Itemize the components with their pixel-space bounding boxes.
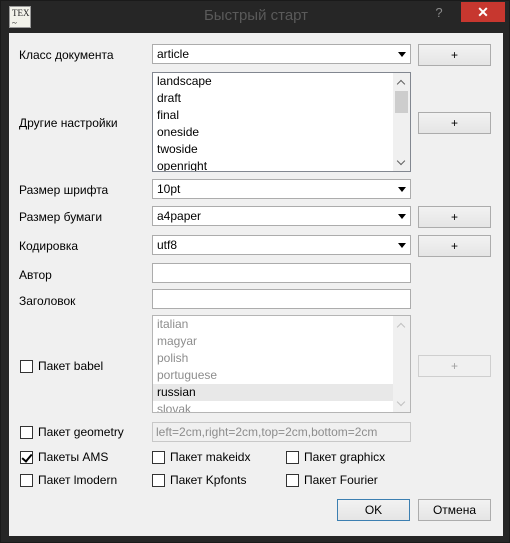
scroll-thumb[interactable]	[395, 91, 408, 113]
dialog-body: Класс документа article + Другие настрой…	[9, 33, 503, 536]
font-size-label: Размер шрифта	[19, 183, 109, 197]
geometry-label: Пакет geometry	[38, 425, 124, 439]
list-item[interactable]: openright	[153, 158, 410, 171]
doc-class-combo[interactable]: article	[152, 44, 411, 64]
encoding-add-button[interactable]: +	[418, 235, 491, 257]
title-label: Заголовок	[19, 294, 76, 308]
geometry-checkbox[interactable]: Пакет geometry	[20, 424, 124, 440]
babel-language-list[interactable]: italian magyar polish portuguese russian…	[152, 315, 411, 413]
lmodern-checkbox[interactable]: Пакет lmodern	[20, 472, 117, 488]
list-item[interactable]: slovak	[153, 401, 410, 412]
close-button[interactable]: ✕	[461, 2, 505, 22]
font-size-value: 10pt	[157, 182, 181, 196]
fourier-label: Пакет Fourier	[304, 473, 378, 487]
makeidx-checkbox-box[interactable]	[152, 450, 165, 464]
babel-checkbox[interactable]: Пакет babel	[20, 358, 103, 374]
kpfonts-checkbox[interactable]: Пакет Kpfonts	[152, 472, 246, 488]
author-input[interactable]	[152, 263, 411, 283]
kpfonts-label: Пакет Kpfonts	[170, 473, 247, 487]
list-item[interactable]: final	[153, 107, 410, 124]
graphicx-checkbox-box[interactable]	[286, 450, 299, 464]
babel-checkbox-box[interactable]	[20, 359, 33, 373]
geometry-checkbox-box[interactable]	[20, 425, 33, 439]
graphicx-label: Пакет graphicx	[304, 450, 386, 464]
scroll-up-icon[interactable]	[396, 321, 406, 332]
lmodern-label: Пакет lmodern	[38, 473, 118, 487]
ams-label: Пакеты AMS	[38, 450, 109, 464]
encoding-combo[interactable]: utf8	[152, 235, 411, 255]
doc-class-value: article	[157, 47, 190, 61]
cancel-button[interactable]: Отмена	[418, 499, 491, 521]
scroll-up-icon[interactable]	[396, 78, 406, 89]
dropdown-arrow-icon	[398, 243, 406, 248]
title-bar[interactable]: TEX ~ Быстрый старт ? ✕	[1, 1, 510, 33]
ams-checkbox-box[interactable]	[20, 450, 33, 464]
babel-label: Пакет babel	[38, 359, 104, 373]
makeidx-label: Пакет makeidx	[170, 450, 251, 464]
other-options-label: Другие настройки	[19, 116, 118, 130]
font-size-combo[interactable]: 10pt	[152, 179, 411, 199]
babel-scrollbar[interactable]	[393, 316, 410, 412]
list-item[interactable]: twoside	[153, 141, 410, 158]
babel-add-button[interactable]: +	[418, 355, 491, 377]
list-item[interactable]: magyar	[153, 333, 410, 350]
list-item[interactable]: draft	[153, 90, 410, 107]
doc-class-add-button[interactable]: +	[418, 44, 491, 66]
paper-size-value: a4paper	[157, 209, 202, 223]
encoding-label: Кодировка	[19, 239, 79, 253]
dropdown-arrow-icon	[398, 52, 406, 57]
list-item[interactable]: portuguese	[153, 367, 410, 384]
lmodern-checkbox-box[interactable]	[20, 473, 33, 487]
scroll-down-icon[interactable]	[396, 156, 406, 166]
list-item[interactable]: italian	[153, 316, 410, 333]
makeidx-checkbox[interactable]: Пакет makeidx	[152, 449, 250, 465]
other-options-list[interactable]: landscape draft final oneside twoside op…	[152, 72, 411, 172]
author-label: Автор	[19, 268, 52, 282]
doc-class-label: Класс документа	[19, 48, 114, 62]
scroll-down-icon[interactable]	[396, 397, 406, 407]
paper-size-combo[interactable]: a4paper	[152, 206, 411, 226]
graphicx-checkbox[interactable]: Пакет graphicx	[286, 449, 385, 465]
fourier-checkbox-box[interactable]	[286, 473, 299, 487]
help-button[interactable]: ?	[426, 3, 452, 23]
paper-size-add-button[interactable]: +	[418, 206, 491, 228]
list-item-selected[interactable]: russian	[153, 384, 410, 401]
quick-start-dialog: TEX ~ Быстрый старт ? ✕ Класс документа a…	[0, 0, 510, 543]
geometry-input[interactable]: left=2cm,right=2cm,top=2cm,bottom=2cm	[152, 422, 411, 442]
other-options-scrollbar[interactable]	[393, 73, 410, 171]
list-item[interactable]: polish	[153, 350, 410, 367]
ok-button[interactable]: OK	[337, 499, 410, 521]
fourier-checkbox[interactable]: Пакет Fourier	[286, 472, 378, 488]
encoding-value: utf8	[157, 238, 178, 252]
title-input[interactable]	[152, 289, 411, 309]
list-item[interactable]: landscape	[153, 73, 410, 90]
other-options-add-button[interactable]: +	[418, 112, 491, 134]
kpfonts-checkbox-box[interactable]	[152, 473, 165, 487]
list-item[interactable]: oneside	[153, 124, 410, 141]
dropdown-arrow-icon	[398, 187, 406, 192]
dropdown-arrow-icon	[398, 214, 406, 219]
ams-checkbox[interactable]: Пакеты AMS	[20, 449, 108, 465]
paper-size-label: Размер бумаги	[19, 210, 103, 224]
